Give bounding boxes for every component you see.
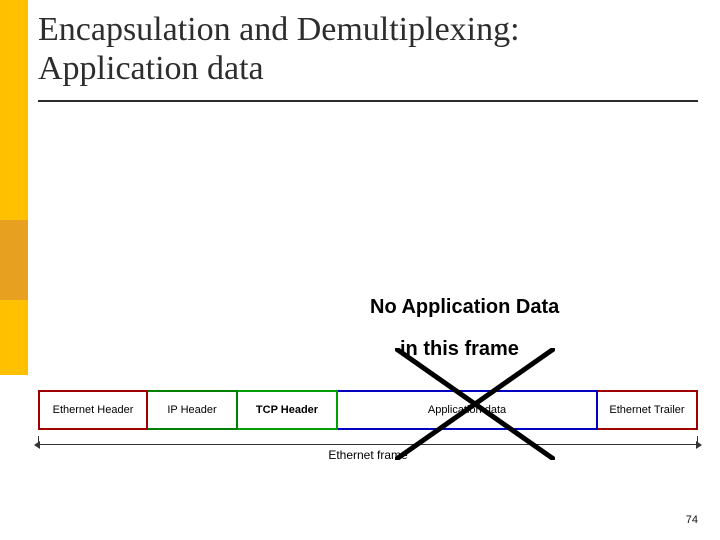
segment-ethernet-trailer: Ethernet Trailer — [598, 390, 698, 430]
frame-row: Ethernet Header IP Header TCP Header App… — [38, 390, 698, 430]
segment-ethernet-header: Ethernet Header — [38, 390, 148, 430]
segment-tcp-header: TCP Header — [238, 390, 338, 430]
sidebar-accent-mid — [0, 220, 28, 300]
segment-application-data: Application data — [338, 390, 598, 430]
caption-no-app-data-1: No Application Data — [370, 296, 559, 319]
slide: Encapsulation and Demultiplexing: Applic… — [0, 0, 720, 540]
title-line-2: Application data — [38, 50, 264, 87]
segment-ip-header: IP Header — [148, 390, 238, 430]
caption-no-app-data-2: in this frame — [400, 338, 519, 361]
title-line-1: Encapsulation and Demultiplexing: — [38, 11, 520, 48]
page-number: 74 — [686, 514, 698, 526]
frame-label: Ethernet frame — [38, 448, 698, 462]
brace-line — [38, 444, 698, 445]
frame-diagram: Ethernet Header IP Header TCP Header App… — [38, 390, 698, 500]
slide-title: Encapsulation and Demultiplexing: Applic… — [38, 10, 698, 88]
sidebar-accent-bottom — [0, 375, 28, 540]
title-underline — [38, 100, 698, 102]
